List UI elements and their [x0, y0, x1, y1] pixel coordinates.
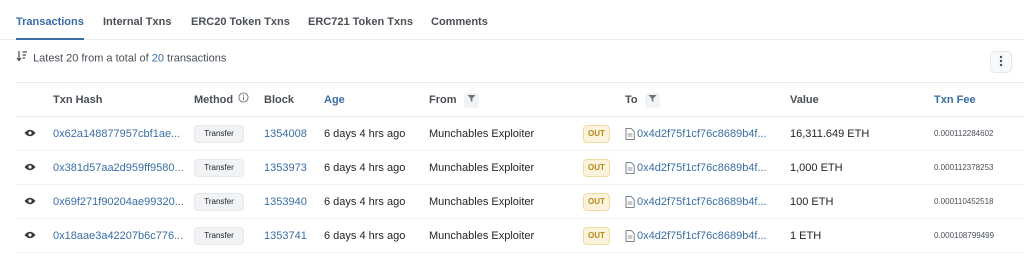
header-txn-fee-toggle[interactable]: Txn Fee — [934, 83, 976, 117]
to-address-link[interactable]: 0x4d2f75f1cf76c8689b4f... — [637, 117, 777, 151]
info-circle-icon[interactable] — [238, 83, 249, 117]
header-method-group: Method — [194, 83, 249, 117]
sort-descending-icon — [16, 50, 28, 67]
value-text: 100 ETH — [790, 196, 834, 208]
direction-badge: OUT — [583, 125, 610, 143]
age-text: 6 days 4 hrs ago — [324, 162, 406, 174]
method-badge: Transfer — [194, 159, 244, 177]
age-text: 6 days 4 hrs ago — [324, 128, 406, 140]
from-address[interactable]: Munchables Exploiter — [429, 185, 534, 219]
eye-button[interactable] — [16, 226, 44, 246]
direction-badge: OUT — [583, 159, 610, 177]
value-text: 16,311.649 ETH — [790, 128, 870, 140]
block-link[interactable]: 1353940 — [264, 185, 307, 219]
header-from: From — [429, 94, 457, 106]
header-to: To — [625, 94, 638, 106]
header-method: Method — [194, 94, 234, 106]
txn-fee-text: 0.000112378253 — [934, 163, 994, 172]
from-address[interactable]: Munchables Exploiter — [429, 219, 534, 253]
header-txn-hash: Txn Hash — [53, 94, 103, 106]
method-badge: Transfer — [194, 227, 244, 245]
document-icon — [625, 230, 635, 242]
tab-erc20-token-txns[interactable]: ERC20 Token Txns — [191, 0, 290, 40]
filter-icon[interactable] — [644, 92, 660, 108]
summary-prefix: Latest 20 from a total of — [33, 52, 149, 65]
table-row: 0x69f271f90204ae99320... Transfer 135394… — [16, 185, 1024, 219]
transactions-table: Txn Hash Method Block Age From To Value … — [16, 82, 1024, 257]
age-text: 6 days 4 hrs ago — [324, 230, 406, 242]
filter-icon[interactable] — [463, 92, 479, 108]
document-icon — [625, 162, 635, 174]
header-value: Value — [790, 94, 819, 106]
to-address-link[interactable]: 0x4d2f75f1cf76c8689b4f... — [637, 219, 777, 253]
from-address[interactable]: Munchables Exploiter — [429, 117, 534, 151]
method-badge: Transfer — [194, 125, 244, 143]
more-options-button[interactable] — [990, 51, 1012, 73]
more-vertical-icon — [999, 55, 1003, 70]
txn-fee-text: 0.000108799499 — [934, 231, 995, 240]
table-row: 0x62a148877957cbf1ae... Transfer 1354008… — [16, 117, 1024, 151]
table-row: 0x381d57aa2d959ff9580... Transfer 135397… — [16, 151, 1024, 185]
txn-hash-link[interactable]: 0x381d57aa2d959ff9580... — [53, 151, 183, 185]
table-header: Txn Hash Method Block Age From To Value … — [16, 83, 1024, 117]
tab-comments[interactable]: Comments — [431, 0, 488, 40]
summary-suffix: transactions — [167, 52, 227, 65]
eye-icon — [24, 230, 36, 242]
document-icon — [625, 196, 635, 208]
table-row: 0x18aae3a42207b6c776... Transfer 1353741… — [16, 219, 1024, 253]
header-block: Block — [264, 94, 294, 106]
header-from-group: From — [429, 83, 479, 117]
txn-hash-link[interactable]: 0x18aae3a42207b6c776... — [53, 219, 183, 253]
txn-fee-text: 0.000112284602 — [934, 129, 994, 138]
document-icon — [625, 128, 635, 140]
txn-fee-text: 0.000110452518 — [934, 197, 994, 206]
to-address-link[interactable]: 0x4d2f75f1cf76c8689b4f... — [637, 185, 777, 219]
header-to-group: To — [625, 83, 660, 117]
eye-button[interactable] — [16, 192, 44, 212]
header-age-toggle[interactable]: Age — [324, 83, 345, 117]
eye-button[interactable] — [16, 124, 44, 144]
eye-icon — [24, 162, 36, 174]
block-link[interactable]: 1354008 — [264, 117, 307, 151]
summary-count-link[interactable]: 20 — [152, 52, 164, 64]
block-link[interactable]: 1353973 — [264, 151, 307, 185]
value-text: 1 ETH — [790, 230, 822, 242]
eye-button[interactable] — [16, 158, 44, 178]
block-link[interactable]: 1353741 — [264, 219, 307, 253]
tab-internal-txns[interactable]: Internal Txns — [103, 0, 171, 40]
to-address-link[interactable]: 0x4d2f75f1cf76c8689b4f... — [637, 151, 777, 185]
txn-hash-link[interactable]: 0x69f271f90204ae99320... — [53, 185, 183, 219]
tab-bar: Transactions Internal Txns ERC20 Token T… — [0, 0, 1024, 40]
tab-erc721-token-txns[interactable]: ERC721 Token Txns — [308, 0, 413, 40]
direction-badge: OUT — [583, 193, 610, 211]
tab-transactions[interactable]: Transactions — [16, 0, 84, 40]
direction-badge: OUT — [583, 227, 610, 245]
eye-icon — [24, 196, 36, 208]
from-address[interactable]: Munchables Exploiter — [429, 151, 534, 185]
transactions-summary: Latest 20 from a total of 20 transaction… — [16, 50, 226, 66]
age-text: 6 days 4 hrs ago — [324, 196, 406, 208]
transactions-panel: Latest 20 from a total of 20 transaction… — [0, 40, 1024, 257]
method-badge: Transfer — [194, 193, 244, 211]
eye-icon — [24, 128, 36, 140]
txn-hash-link[interactable]: 0x62a148877957cbf1ae... — [53, 117, 183, 151]
value-text: 1,000 ETH — [790, 162, 843, 174]
